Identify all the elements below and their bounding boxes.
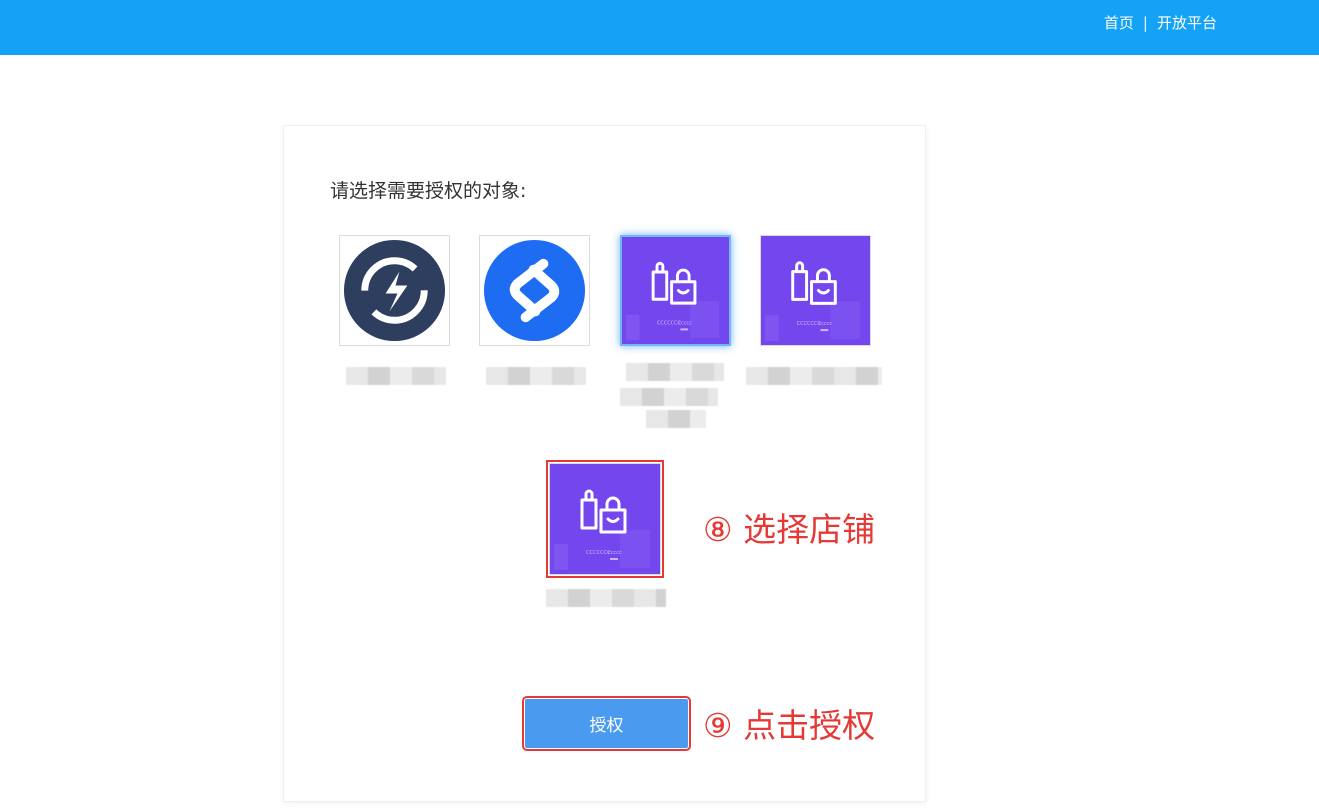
dark-navy-circle-logo-icon bbox=[343, 239, 446, 342]
shop-name-3-redacted-line2 bbox=[620, 388, 718, 406]
purple-shopping-bag-icon bbox=[550, 464, 660, 574]
step8-annotation: ⑧ 选择店铺 bbox=[703, 510, 876, 549]
nav-home-link[interactable]: 首页 bbox=[1104, 12, 1134, 33]
purple-shopping-bag-icon bbox=[761, 236, 870, 345]
shop-option-3[interactable] bbox=[620, 235, 731, 346]
nav-separator: | bbox=[1142, 13, 1148, 32]
shop-name-5-redacted bbox=[546, 589, 666, 607]
shop-name-3-redacted-line1 bbox=[626, 363, 724, 381]
top-bar: 首页 | 开放平台 bbox=[0, 0, 1319, 55]
top-nav: 首页 | 开放平台 bbox=[1104, 12, 1217, 33]
purple-shopping-bag-icon bbox=[622, 237, 729, 344]
nav-open-platform-link[interactable]: 开放平台 bbox=[1157, 12, 1217, 33]
shop-option-4[interactable] bbox=[760, 235, 871, 346]
shop-name-3-redacted-line3 bbox=[646, 410, 706, 428]
shop-name-4-redacted bbox=[746, 367, 882, 385]
shop-name-1-redacted bbox=[346, 367, 446, 385]
authorize-button[interactable]: 授权 bbox=[522, 696, 691, 751]
blue-circle-s-logo-icon bbox=[483, 239, 586, 342]
step9-annotation: ⑨ 点击授权 bbox=[703, 706, 876, 745]
shop-option-2[interactable] bbox=[479, 235, 590, 346]
shop-option-5[interactable] bbox=[546, 460, 664, 578]
select-target-prompt: 请选择需要授权的对象: bbox=[330, 180, 527, 202]
shop-option-1[interactable] bbox=[339, 235, 450, 346]
shop-name-2-redacted bbox=[486, 367, 586, 385]
